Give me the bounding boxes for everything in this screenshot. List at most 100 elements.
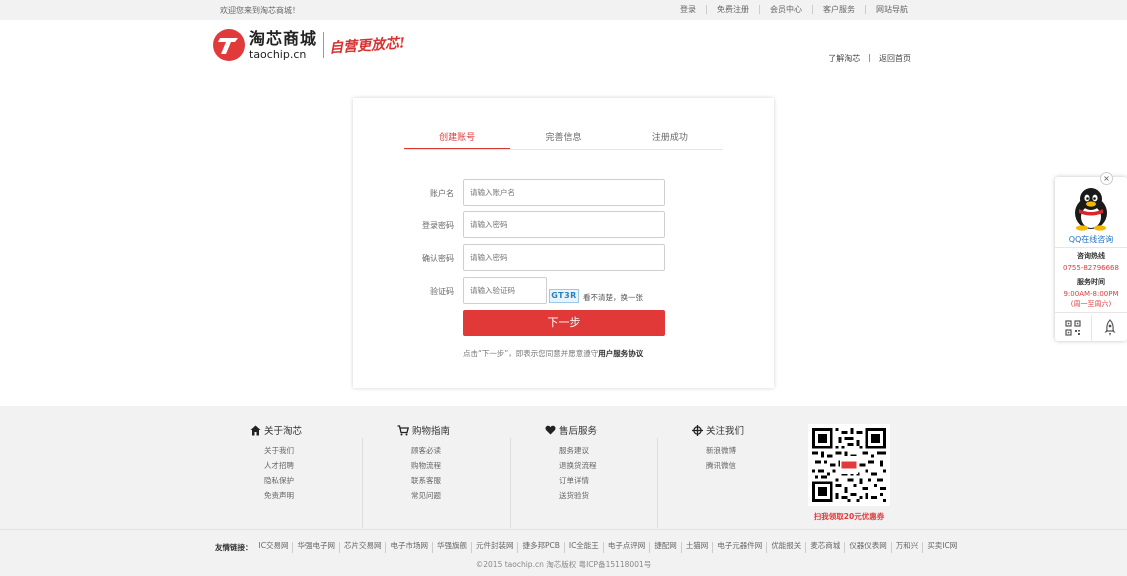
login-link[interactable]: 登录: [670, 5, 706, 14]
footer-link[interactable]: 新浪微博: [692, 443, 812, 458]
logo-divider: [323, 32, 325, 58]
logo-mark-icon: [213, 29, 245, 61]
friend-link[interactable]: 华强电子网: [292, 542, 339, 553]
friend-link[interactable]: 捷配网: [649, 542, 681, 553]
site-footer: 关于淘芯 关于我们 人才招聘 隐私保护 免责声明 购物指南 顾客必读 购物流程 …: [0, 406, 1127, 576]
service-days: (周一至周六): [1070, 300, 1112, 308]
customer-service-link[interactable]: 客户服务: [812, 5, 865, 14]
service-hours: 9:00AM-8:00PM: [1063, 290, 1119, 298]
username-input[interactable]: [463, 179, 665, 206]
registration-card: 创建账号 完善信息 注册成功 账户名 登录密码 确认密码 验证码 GT3R 看不…: [353, 98, 774, 388]
friend-link[interactable]: 元件封装网: [470, 542, 518, 553]
friend-link[interactable]: 电子点评网: [602, 542, 650, 553]
captcha-image[interactable]: GT3R: [549, 289, 579, 303]
confirm-password-row: 确认密码: [353, 244, 774, 271]
friend-link[interactable]: 仪器仪表网: [844, 542, 891, 553]
friend-link[interactable]: 捷多邦PCB: [517, 542, 563, 553]
footer-link[interactable]: 人才招聘: [250, 458, 370, 473]
confirm-password-input[interactable]: [463, 244, 665, 271]
footer-link[interactable]: 隐私保护: [250, 473, 370, 488]
footer-link[interactable]: 顾客必读: [397, 443, 517, 458]
service-float-panel: × QQ在线咨询 咨询热线 0755-82796668 服务时间 9:00AM-…: [1055, 172, 1127, 341]
qq-penguin-icon[interactable]: [1071, 187, 1111, 233]
qr-code-image: [808, 424, 890, 506]
site-nav-link[interactable]: 网站导航: [865, 5, 908, 14]
qr-code-icon[interactable]: [1055, 315, 1091, 341]
footer-column-title: 售后服务: [559, 426, 598, 437]
confirm-password-label: 确认密码: [422, 254, 454, 263]
logo-name: 淘芯商城: [249, 28, 318, 48]
agreement-text: 点击“下一步”，即表示您同意并愿意遵守用户服务协议: [463, 348, 643, 359]
captcha-refresh-link[interactable]: 看不清楚，换一张: [583, 292, 643, 303]
register-link[interactable]: 免费注册: [706, 5, 759, 14]
footer-link[interactable]: 腾讯微信: [692, 458, 812, 473]
footer-link[interactable]: 购物流程: [397, 458, 517, 473]
footer-link[interactable]: 送货验货: [545, 488, 665, 503]
footer-link[interactable]: 关于我们: [250, 443, 370, 458]
top-links: 登录 免费注册 会员中心 客户服务 网站导航: [670, 5, 908, 14]
cart-icon: [397, 424, 409, 435]
user-agreement-link[interactable]: 用户服务协议: [598, 349, 643, 358]
close-icon[interactable]: ×: [1100, 172, 1113, 185]
captcha-input[interactable]: [463, 277, 547, 304]
header-link-divider: |: [868, 53, 871, 62]
footer-column-aftersale: 售后服务 服务建议 退换货流程 订单详情 送货验货: [545, 423, 665, 503]
footer-link[interactable]: 退换货流程: [545, 458, 665, 473]
step-create-account: 创建账号: [404, 130, 511, 150]
friend-link[interactable]: 万和兴: [890, 542, 923, 553]
friend-link[interactable]: 芯片交易网: [338, 542, 386, 553]
friend-links-label: 友情链接：: [215, 543, 253, 552]
qq-consult-link[interactable]: QQ在线咨询: [1055, 234, 1127, 245]
next-step-button[interactable]: 下一步: [463, 310, 665, 336]
footer-column-title: 关于淘芯: [264, 426, 303, 437]
password-label: 登录密码: [422, 221, 454, 230]
friend-link[interactable]: 优能报关: [766, 542, 805, 553]
password-input[interactable]: [463, 211, 665, 238]
username-label: 账户名: [430, 189, 454, 198]
logo-slogan: 自营更放芯!: [328, 35, 406, 57]
friend-link[interactable]: 华强旗舰: [431, 542, 471, 553]
footer-link[interactable]: 服务建议: [545, 443, 665, 458]
back-to-top-rocket-icon[interactable]: [1091, 315, 1127, 341]
friend-links: 友情链接： IC交易网 华强电子网 芯片交易网 电子市场网 华强旗舰 元件封装网…: [215, 542, 961, 553]
username-row: 账户名: [353, 179, 774, 206]
friend-link[interactable]: 麦芯商城: [805, 542, 844, 553]
footer-column-title: 购物指南: [412, 426, 451, 437]
friend-link[interactable]: 电子市场网: [385, 542, 432, 553]
friend-link[interactable]: 买卖IC网: [922, 542, 961, 553]
footer-column-about: 关于淘芯 关于我们 人才招聘 隐私保护 免责声明: [250, 423, 370, 503]
member-center-link[interactable]: 会员中心: [759, 5, 812, 14]
footer-column-title: 关注我们: [706, 426, 745, 437]
footer-divider: [657, 438, 658, 528]
about-link[interactable]: 了解淘芯: [828, 53, 860, 64]
header-links: 了解淘芯 | 返回首页: [828, 53, 911, 64]
footer-divider: [362, 438, 363, 528]
top-bar: 欢迎您来到淘芯商城！ 登录 免费注册 会员中心 客户服务 网站导航: [0, 0, 1127, 20]
hotline-label: 咨询热线: [1077, 252, 1105, 260]
friend-link[interactable]: 土猫网: [680, 542, 713, 553]
footer-divider: [510, 438, 511, 528]
footer-link[interactable]: 常见问题: [397, 488, 517, 503]
site-logo[interactable]: 淘芯商城 taochip.cn 自营更放芯!: [213, 28, 406, 62]
home-link[interactable]: 返回首页: [879, 53, 911, 64]
footer-link[interactable]: 免责声明: [250, 488, 370, 503]
crosshair-icon: [692, 424, 703, 436]
logo-domain: taochip.cn: [249, 47, 307, 61]
footer-column-shopping: 购物指南 顾客必读 购物流程 联系客服 常见问题: [397, 423, 517, 503]
home-icon: [250, 425, 261, 435]
copyright-text: ©2015 taochip.cn 淘芯版权 粤ICP备15118001号: [475, 560, 652, 569]
footer-link[interactable]: 联系客服: [397, 473, 517, 488]
qr-caption: 扫我领取20元优惠券: [813, 512, 885, 521]
welcome-text: 欢迎您来到淘芯商城！: [220, 6, 300, 15]
footer-link[interactable]: 订单详情: [545, 473, 665, 488]
password-row: 登录密码: [353, 211, 774, 238]
friend-link[interactable]: 电子元器件网: [712, 542, 766, 553]
step-complete-info: 完善信息: [545, 133, 582, 143]
friend-link[interactable]: IC全能王: [563, 542, 603, 553]
friend-link[interactable]: IC交易网: [255, 542, 293, 553]
float-divider: [1055, 247, 1127, 248]
heart-icon: [545, 425, 556, 435]
footer-column-follow: 关注我们 新浪微博 腾讯微信: [692, 423, 812, 473]
captcha-label: 验证码: [430, 287, 454, 296]
float-divider: [1055, 312, 1127, 313]
